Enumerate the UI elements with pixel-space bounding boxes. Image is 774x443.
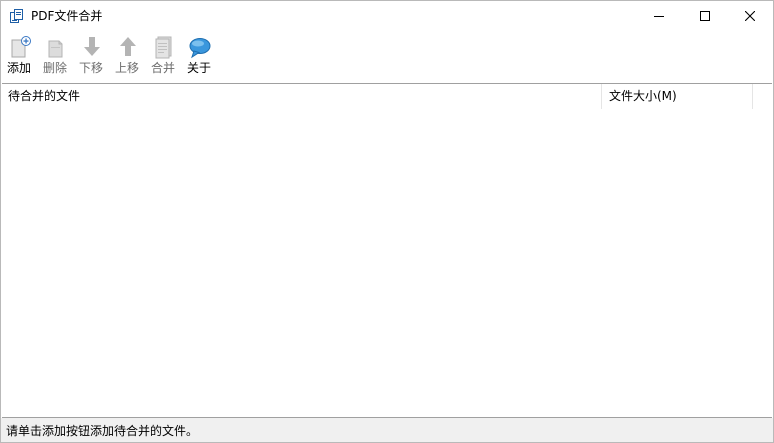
close-button[interactable] <box>727 1 773 31</box>
status-bar: 请单击添加按钮添加待合并的文件。 <box>1 418 773 442</box>
arrow-up-icon <box>117 35 139 59</box>
about-button[interactable]: 关于 <box>182 33 216 79</box>
delete-button[interactable]: 删除 <box>38 33 72 79</box>
delete-file-icon <box>45 35 67 59</box>
column-header-file[interactable]: 待合并的文件 <box>2 84 602 109</box>
add-file-icon <box>9 35 31 59</box>
file-list[interactable]: 待合并的文件 文件大小(M) <box>2 83 772 418</box>
merge-label: 合并 <box>150 61 175 75</box>
column-header-size[interactable]: 文件大小(M) <box>603 84 753 109</box>
merge-document-icon <box>153 35 175 59</box>
close-icon <box>745 11 755 21</box>
minimize-button[interactable] <box>636 1 682 31</box>
minimize-icon <box>654 16 664 17</box>
toolbar: 添加 删除 下移 上移 合并 关于 <box>1 31 773 81</box>
window-title: PDF文件合并 <box>31 9 103 23</box>
delete-label: 删除 <box>42 61 67 75</box>
move-down-button[interactable]: 下移 <box>74 33 108 79</box>
main-window: PDF文件合并 添加 删除 下移 上移 合并 关于 待合并的文件 文件大小(M)… <box>0 0 774 443</box>
maximize-icon <box>700 11 710 21</box>
arrow-down-icon <box>81 35 103 59</box>
move-up-label: 上移 <box>114 61 139 75</box>
add-button[interactable]: 添加 <box>2 33 36 79</box>
add-label: 添加 <box>6 61 31 75</box>
column-header-filler <box>754 84 772 109</box>
list-header: 待合并的文件 文件大小(M) <box>2 84 772 109</box>
pdf-merge-icon <box>9 8 25 24</box>
speech-bubble-icon <box>189 35 211 59</box>
merge-button[interactable]: 合并 <box>146 33 180 79</box>
maximize-button[interactable] <box>682 1 728 31</box>
move-up-button[interactable]: 上移 <box>110 33 144 79</box>
move-down-label: 下移 <box>78 61 103 75</box>
about-label: 关于 <box>186 61 211 75</box>
title-bar[interactable]: PDF文件合并 <box>1 1 773 31</box>
status-text: 请单击添加按钮添加待合并的文件。 <box>6 424 199 438</box>
